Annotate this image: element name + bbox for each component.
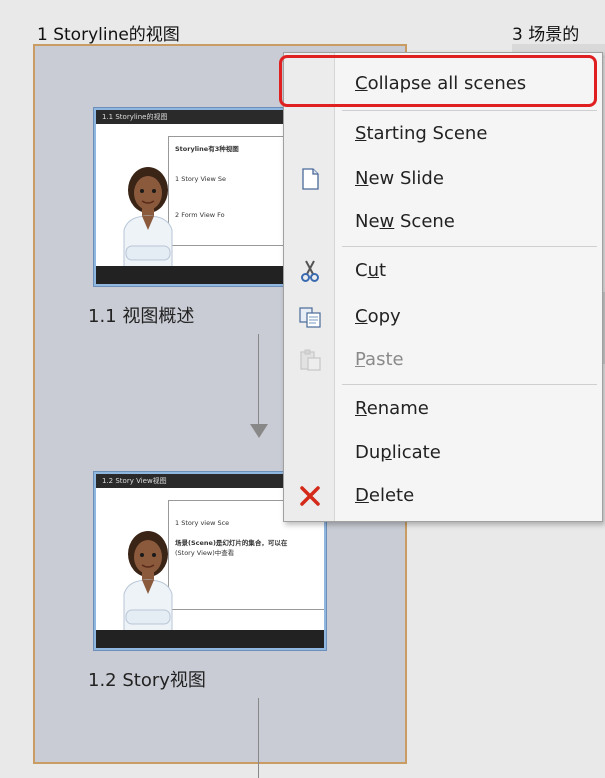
new-slide-icon bbox=[302, 168, 319, 190]
flow-arrow-down-icon bbox=[250, 424, 268, 438]
slide-label-1-2[interactable]: 1.2 Story视图 bbox=[88, 666, 206, 692]
slide-player-bar bbox=[96, 630, 324, 648]
menu-item-delete[interactable]: Delete bbox=[284, 475, 602, 517]
flow-connector-line bbox=[258, 698, 259, 778]
presenter-character-image bbox=[123, 531, 173, 632]
slide-text-line: 1 Story View Se bbox=[175, 175, 227, 183]
delete-icon bbox=[300, 486, 320, 506]
presenter-character-image bbox=[123, 167, 173, 268]
scissors-icon bbox=[301, 260, 319, 282]
menu-item-cut[interactable]: Cut bbox=[284, 250, 602, 292]
context-menu: Collapse all scenes Starting Scene New S… bbox=[283, 52, 603, 522]
menu-separator bbox=[342, 110, 597, 111]
slide-text-line: Storyline有3种视图 bbox=[175, 145, 239, 153]
paste-icon bbox=[300, 349, 321, 371]
slide-header-text: 1.2 Story View视图 bbox=[102, 477, 167, 485]
menu-item-new-slide[interactable]: New Slide bbox=[284, 158, 602, 200]
menu-separator bbox=[342, 384, 597, 385]
flow-connector-line bbox=[258, 334, 259, 426]
menu-item-starting-scene[interactable]: Starting Scene bbox=[284, 113, 602, 155]
menu-separator bbox=[342, 246, 597, 247]
menu-item-collapse-all-scenes[interactable]: Collapse all scenes bbox=[284, 63, 602, 105]
slide-text-line: 2 Form View Fo bbox=[175, 211, 225, 219]
slide-text-line: (Story View)中查看 bbox=[175, 549, 235, 557]
slide-text-line: 1 Story view Sce bbox=[175, 519, 230, 527]
slide-text-line: 场景(Scene)是幻灯片的集合，可以在 bbox=[175, 539, 288, 547]
scene-1-title[interactable]: 1 Storyline的视图 bbox=[37, 20, 180, 45]
menu-item-new-scene[interactable]: New Scene bbox=[284, 201, 602, 243]
slide-header-text: 1.1 Storyline的视图 bbox=[102, 113, 168, 121]
scene-3-title[interactable]: 3 场景的 bbox=[512, 20, 579, 45]
menu-item-duplicate[interactable]: Duplicate bbox=[284, 432, 602, 474]
menu-item-copy[interactable]: Copy bbox=[284, 296, 602, 338]
slide-label-1-1[interactable]: 1.1 视图概述 bbox=[88, 302, 194, 328]
copy-icon bbox=[299, 307, 321, 328]
menu-item-rename[interactable]: Rename bbox=[284, 388, 602, 430]
menu-item-paste: Paste bbox=[284, 339, 602, 381]
